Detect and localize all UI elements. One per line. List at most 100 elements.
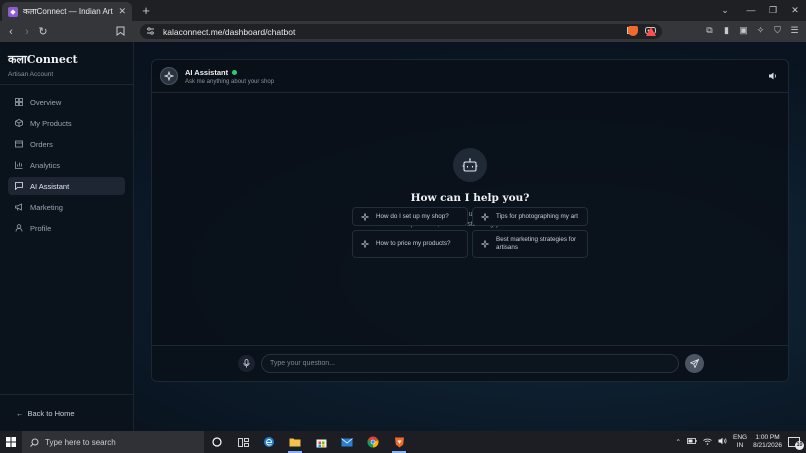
sidebar-item-marketing[interactable]: Marketing <box>8 198 125 216</box>
omnibox[interactable]: kalaconnect.me/dashboard/chatbot <box>140 24 662 39</box>
forward-button[interactable]: › <box>20 25 34 39</box>
address-toolbar: ‹ › ↻ kalaconnect.me/dashboard/chatbot ⧉… <box>0 21 806 42</box>
suggestion-label: Tips for photographing my art <box>496 212 579 220</box>
sidebar-item-orders[interactable]: Orders <box>8 135 125 153</box>
account-type: Artisan Account <box>8 71 54 78</box>
mail-icon[interactable] <box>334 431 360 453</box>
speaker-icon[interactable] <box>768 71 778 81</box>
question-input[interactable] <box>261 354 679 373</box>
system-tray: ⌃ ENG IN 1:00 PM 8/21/2026 10 <box>676 431 806 453</box>
suggestion-chip[interactable]: Tips for photographing my art <box>472 207 588 226</box>
clock-time: 1:00 PM <box>755 434 780 441</box>
sidebar-item-label: My Products <box>30 118 72 128</box>
brand-name: कलाConnect <box>8 53 78 66</box>
robot-icon <box>453 148 487 182</box>
analytics-icon <box>14 161 23 170</box>
leo-ai-icon[interactable]: ✧ <box>755 25 766 36</box>
back-button[interactable]: ‹ <box>4 25 18 39</box>
tray-chevron-up-icon[interactable]: ⌃ <box>676 438 681 446</box>
sparkle-avatar-icon <box>160 67 178 85</box>
orders-icon <box>14 140 23 149</box>
suggestion-label: How do I set up my shop? <box>376 212 449 220</box>
browser-tab-strip: ◆ कलाConnect — Indian Art Marke ✕ + ⌄ — … <box>0 0 806 21</box>
notification-center-icon[interactable]: 10 <box>788 437 804 450</box>
arrow-left-icon: ← <box>16 408 24 418</box>
reload-button[interactable]: ↻ <box>36 25 50 39</box>
brave-browser-icon[interactable] <box>386 431 412 453</box>
online-status-dot <box>232 69 238 75</box>
brave-rewards-icon[interactable] <box>646 26 656 36</box>
suggestion-label: How to price my products? <box>376 240 451 247</box>
sidebar-item-label: Overview <box>30 97 62 107</box>
taskbar-search[interactable]: Type here to search <box>22 431 204 453</box>
sidebar-toggle-icon[interactable]: ▮ <box>721 25 732 36</box>
brave-shield-icon[interactable] <box>628 26 638 36</box>
new-tab-button[interactable]: + <box>138 3 154 19</box>
site-info-icon[interactable] <box>146 26 158 37</box>
sidebar-item-profile[interactable]: Profile <box>8 219 125 237</box>
chat-title: AI Assistant <box>185 67 229 77</box>
windows-start-icon[interactable] <box>0 431 22 453</box>
send-button[interactable] <box>685 354 704 373</box>
sparkle-icon <box>481 240 489 248</box>
help-heading: How can I help you? <box>410 192 530 204</box>
battery-icon[interactable] <box>687 438 697 446</box>
chrome-icon[interactable] <box>360 431 386 453</box>
sidebar-item-ai-assistant[interactable]: AI Assistant <box>8 177 125 195</box>
wifi-icon[interactable] <box>703 438 712 447</box>
sidebar-item-overview[interactable]: Overview <box>8 93 125 111</box>
language-indicator[interactable]: ENG IN <box>733 434 747 450</box>
task-view-icon[interactable] <box>230 431 256 453</box>
suggestion-chip[interactable]: How to price my products? <box>352 230 468 258</box>
suggestion-chip[interactable]: How do I set up my shop? <box>352 207 468 226</box>
restore-button[interactable]: ❐ <box>762 0 784 21</box>
sidebar-item-label: Analytics <box>30 160 61 170</box>
volume-icon[interactable] <box>718 437 727 447</box>
vpn-shield-icon[interactable]: ⛉ <box>772 25 783 36</box>
clock-date: 8/21/2026 <box>753 442 782 449</box>
sparkle-icon <box>481 212 489 221</box>
file-explorer-icon[interactable] <box>282 431 308 453</box>
browser-tab[interactable]: ◆ कलाConnect — Indian Art Marke ✕ <box>2 2 132 21</box>
sparkle-icon <box>361 240 369 248</box>
suggestion-chip[interactable]: Best marketing strategies for artisans <box>472 230 588 258</box>
tab-search-chevron-icon[interactable]: ⌄ <box>714 0 736 21</box>
clock[interactable]: 1:00 PM 8/21/2026 <box>753 434 782 450</box>
suggestion-label: Best marketing strategies for artisans <box>496 236 577 251</box>
main-content: AI Assistant Ask me anything about your … <box>134 42 806 431</box>
keyboard-region: IN <box>736 442 744 449</box>
sidebar-item-label: Marketing <box>30 202 63 212</box>
suggestion-grid: How do I set up my shop? Tips for photog… <box>352 207 588 258</box>
sidebar-item-analytics[interactable]: Analytics <box>8 156 125 174</box>
extensions-puzzle-icon[interactable]: ⧉ <box>704 25 715 36</box>
box-icon <box>14 119 23 128</box>
tab-title: कलाConnect — Indian Art Marke <box>23 7 113 16</box>
back-to-home-link[interactable]: ← Back to Home <box>0 394 134 431</box>
taskbar: Type here to search ⌃ ENG IN 1:00 PM 8/2… <box>0 431 806 453</box>
url-text[interactable]: kalaconnect.me/dashboard/chatbot <box>163 27 627 37</box>
user-icon <box>14 224 23 233</box>
overview-icon <box>14 98 23 107</box>
extension-icons: ⧉ ▮ ▣ ✧ ⛉ ☰ <box>704 25 800 36</box>
wallet-icon[interactable]: ▣ <box>738 25 749 36</box>
cortana-icon[interactable] <box>204 431 230 453</box>
store-icon[interactable] <box>308 431 334 453</box>
microphone-button[interactable] <box>238 355 255 372</box>
brand: कलाConnect Artisan Account <box>0 42 133 85</box>
language-code: ENG <box>732 434 748 441</box>
menu-icon[interactable]: ☰ <box>789 25 800 36</box>
edge-icon[interactable] <box>256 431 282 453</box>
back-to-home-label: Back to Home <box>27 408 75 418</box>
search-icon <box>30 438 39 447</box>
sidebar-item-my-products[interactable]: My Products <box>8 114 125 132</box>
minimize-button[interactable]: — <box>740 0 762 21</box>
close-window-button[interactable]: ✕ <box>784 0 806 21</box>
close-tab-icon[interactable]: ✕ <box>118 6 126 17</box>
chat-header: AI Assistant Ask me anything about your … <box>152 60 788 93</box>
chat-subtitle: Ask me anything about your shop <box>185 78 275 85</box>
window-controls: ⌄ — ❐ ✕ <box>714 0 806 21</box>
sidebar: कलाConnect Artisan Account Overview My P… <box>0 42 134 431</box>
chat-panel: AI Assistant Ask me anything about your … <box>151 59 789 382</box>
notification-count-badge: 10 <box>795 441 804 450</box>
bookmark-icon[interactable] <box>116 26 128 38</box>
